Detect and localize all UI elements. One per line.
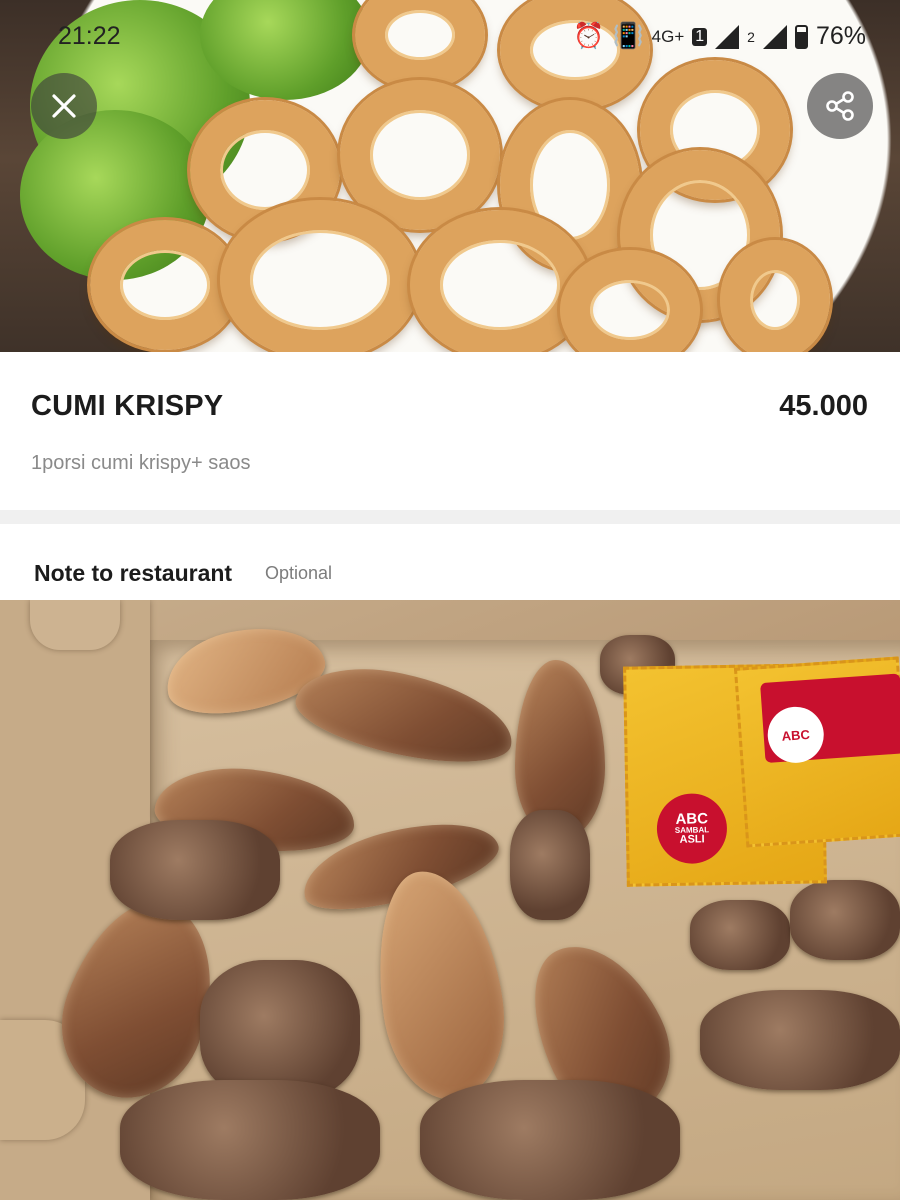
signal-icon: [715, 24, 740, 49]
status-bar: 21:22 ⏰ 📳 4G+ 1 2 76%: [0, 0, 900, 74]
product-name: CUMI KRISPY: [31, 390, 224, 422]
squid-ring: [720, 240, 830, 352]
squid-tentacle: [700, 990, 900, 1090]
share-icon: [826, 91, 854, 121]
box-flap: [30, 600, 120, 650]
note-label: Note to restaurant: [34, 560, 233, 586]
sachet-brand-2: ABC: [781, 726, 811, 744]
squid-ring: [220, 200, 420, 352]
delivered-food-photo: ABC SAMBAL ASLI ABC: [0, 600, 900, 1200]
squid-tentacle: [510, 810, 590, 920]
status-time: 21:22: [58, 22, 121, 50]
network-type: 4G+: [651, 26, 685, 46]
product-price: 45.000: [779, 390, 868, 422]
battery-percent: 76%: [815, 22, 866, 50]
signal-icon: [762, 24, 787, 49]
squid-ring: [410, 210, 590, 352]
sim-badge: 1: [692, 27, 708, 46]
squid-tentacle: [420, 1080, 680, 1200]
close-icon: [52, 94, 76, 118]
sim2-label: 2: [747, 28, 755, 45]
squid-tentacle: [690, 900, 790, 970]
battery-icon: [794, 24, 808, 49]
sachet-line2: ASLI: [679, 833, 705, 846]
squid-tentacle: [790, 880, 900, 960]
share-button[interactable]: [807, 73, 873, 139]
product-description: 1porsi cumi krispy+ saos: [31, 452, 251, 474]
sachet-logo: ABC SAMBAL ASLI: [656, 792, 728, 865]
close-button[interactable]: [31, 73, 97, 139]
squid-tentacle: [120, 1080, 380, 1200]
product-info: CUMI KRISPY 45.000 1porsi cumi krispy+ s…: [0, 352, 900, 510]
note-to-restaurant[interactable]: Note to restaurant Optional: [0, 524, 900, 600]
squid-ring: [90, 220, 240, 350]
status-icons: ⏰ 📳 4G+ 1 2 76%: [573, 22, 866, 51]
vibrate-icon: 📳: [612, 22, 644, 50]
squid-tentacle: [110, 820, 280, 920]
alarm-icon: ⏰: [573, 22, 605, 50]
squid-tentacle: [200, 960, 360, 1100]
product-photo: 21:22 ⏰ 📳 4G+ 1 2 76%: [0, 0, 900, 352]
section-divider: [0, 510, 900, 524]
note-optional-label: Optional: [265, 563, 333, 583]
sauce-sachet: ABC: [733, 656, 900, 848]
